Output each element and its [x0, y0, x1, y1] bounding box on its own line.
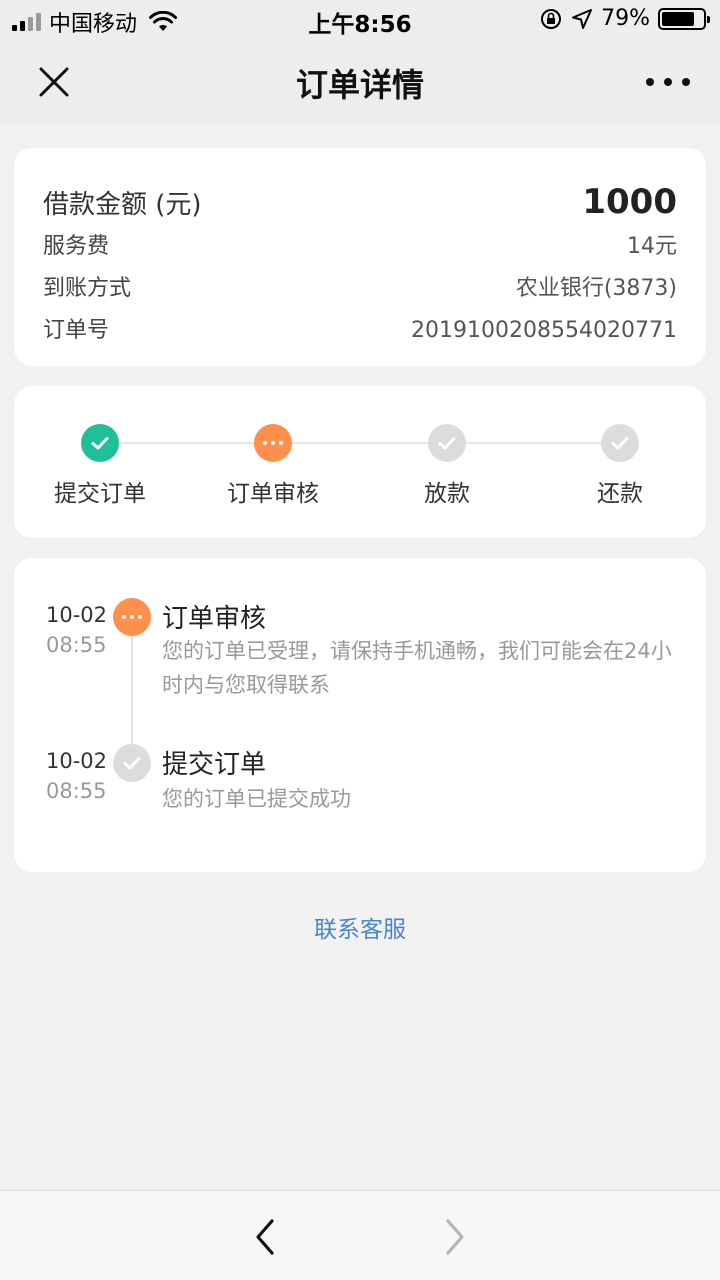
nav-bar: 订单详情 [0, 40, 720, 124]
step-label: 订单审核 [227, 481, 319, 507]
order-summary-card: 借款金额 (元) 1000 服务费 14元 到账方式 农业银行(3873) 订单… [14, 148, 706, 366]
pending-dots-icon [254, 424, 292, 462]
battery-level [662, 11, 694, 26]
timeline-card: 10-02 08:55 订单审核 您的订单已受理，请保持手机通畅，我们可能会在2… [14, 558, 706, 872]
timeline-datetime: 10-02 08:55 [46, 746, 107, 806]
step-label: 提交订单 [54, 481, 146, 507]
location-icon [572, 8, 593, 29]
payout-method-row: 到账方式 农业银行(3873) [43, 270, 677, 302]
step-label: 还款 [597, 481, 643, 507]
battery-icon [658, 7, 710, 30]
status-bar: 中国移动 上午8:56 79% [0, 0, 720, 40]
timeline-datetime: 10-02 08:55 [46, 600, 107, 660]
bottom-toolbar [0, 1190, 720, 1280]
timeline-description: 您的订单已受理，请保持手机通畅，我们可能会在24小时内与您取得联系 [162, 639, 672, 697]
step-label: 放款 [424, 481, 470, 507]
payout-method-value: 农业银行(3873) [515, 276, 677, 301]
loan-amount-label: 借款金额 (元) [43, 190, 202, 220]
more-dots-icon[interactable] [646, 68, 690, 96]
timeline-date: 10-02 [46, 749, 108, 773]
loan-amount-value: 1000 [582, 182, 677, 222]
service-fee-row: 服务费 14元 [43, 228, 677, 260]
rotation-lock-icon [541, 8, 562, 29]
progress-steps-card: 提交订单 订单审核 放款 还款 [14, 386, 706, 538]
contact-support-link[interactable]: 联系客服 [0, 910, 720, 944]
status-right: 79% [539, 6, 710, 31]
timeline-description: 您的订单已提交成功 [162, 787, 351, 811]
back-arrow-icon[interactable] [250, 1215, 280, 1259]
timeline-date: 10-02 [46, 603, 108, 627]
order-number-label: 订单号 [43, 318, 110, 343]
page-title: 订单详情 [295, 66, 424, 104]
timeline-time: 08:55 [46, 779, 107, 803]
battery-percent: 79% [601, 6, 650, 31]
step-repayment: 还款 [540, 424, 700, 508]
timeline-title: 订单审核 [162, 604, 267, 634]
check-icon [428, 424, 466, 462]
forward-arrow-icon[interactable] [440, 1215, 470, 1259]
step-submit-order: 提交订单 [20, 424, 180, 508]
order-number-value: 20191002085540207​71 [411, 318, 677, 343]
check-icon [601, 424, 639, 462]
timeline-time: 08:55 [46, 633, 107, 657]
service-fee-value: 14元 [627, 234, 677, 259]
check-icon [113, 744, 151, 782]
order-number-row: 订单号 20191002085540207​71 [43, 312, 677, 344]
timeline-title: 提交订单 [162, 750, 267, 780]
pending-dots-icon [113, 598, 151, 636]
loan-amount-row: 借款金额 (元) 1000 [43, 182, 677, 222]
check-icon [81, 424, 119, 462]
service-fee-label: 服务费 [43, 234, 110, 259]
step-disbursement: 放款 [367, 424, 527, 508]
payout-method-label: 到账方式 [43, 276, 132, 301]
step-order-review: 订单审核 [193, 424, 353, 508]
